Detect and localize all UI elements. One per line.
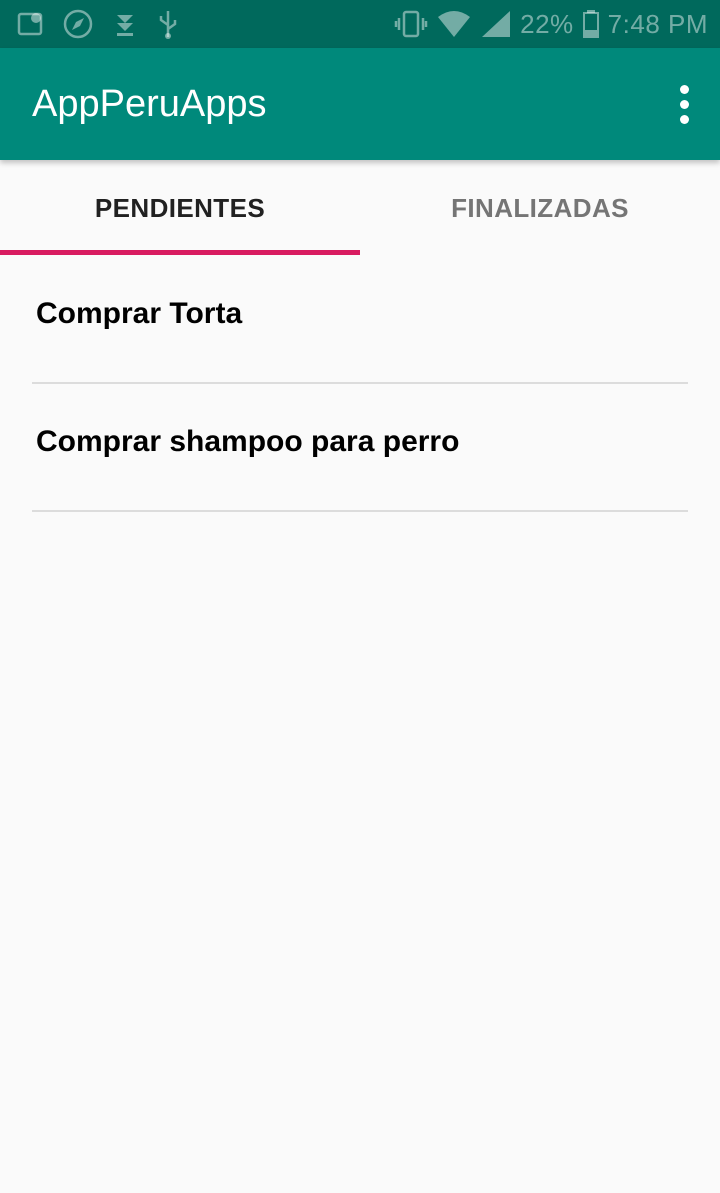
tab-bar: PENDIENTES FINALIZADAS — [0, 160, 720, 256]
list-item[interactable]: Comprar Torta — [32, 256, 688, 384]
status-bar: 22% 7:48 PM — [0, 0, 720, 48]
compass-icon — [62, 8, 94, 40]
map-icon — [16, 9, 46, 39]
signal-icon — [480, 9, 512, 39]
wifi-icon — [436, 9, 472, 39]
tab-finalizadas[interactable]: FINALIZADAS — [360, 160, 720, 256]
task-title: Comprar shampoo para perro — [36, 425, 460, 458]
app-bar: AppPeruApps — [0, 48, 720, 160]
app-title: AppPeruApps — [32, 83, 267, 125]
list-item[interactable]: Comprar shampoo para perro — [32, 384, 688, 512]
task-title: Comprar Torta — [36, 297, 243, 330]
battery-icon — [582, 9, 600, 39]
download-icon — [110, 9, 140, 39]
clock: 7:48 PM — [607, 8, 708, 39]
battery-percent: 22% — [520, 8, 574, 39]
more-vert-icon[interactable] — [668, 76, 700, 132]
selected-tab-indicator — [0, 250, 360, 255]
usb-icon — [156, 9, 180, 39]
tab-pendientes[interactable]: PENDIENTES — [0, 160, 360, 256]
vibrate-icon — [394, 9, 428, 39]
task-list: Comprar Torta Comprar shampoo para perro — [32, 256, 688, 512]
